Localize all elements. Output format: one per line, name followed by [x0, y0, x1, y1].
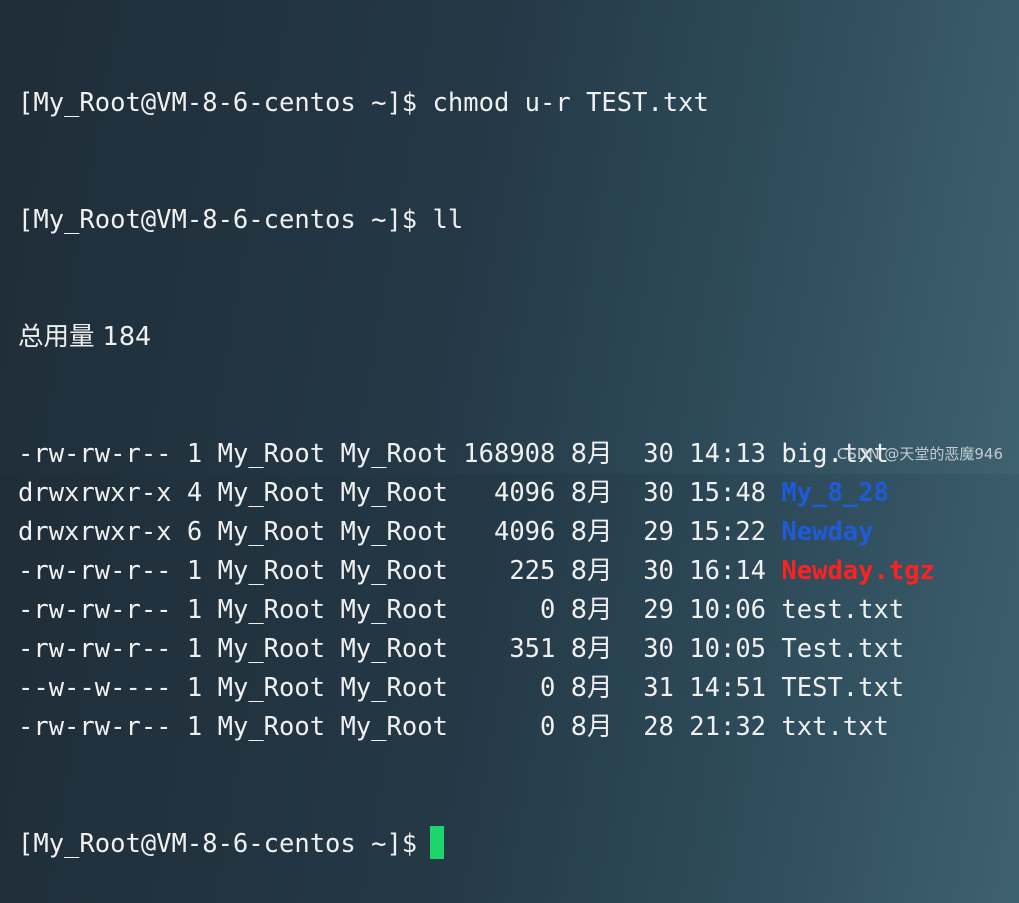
- listing-permissions: -rw-rw-r--: [18, 556, 172, 586]
- listing-month: 8月: [570, 634, 613, 664]
- listing-link-count: 1: [186, 439, 203, 469]
- listing-month: 8月: [570, 712, 613, 742]
- listing-size: 351: [463, 634, 556, 664]
- listing-month: 8月: [570, 556, 613, 586]
- shell-prompt: [My_Root@VM-8-6-centos ~]$: [18, 88, 418, 118]
- listing-link-count: 1: [186, 673, 203, 703]
- listing-day: 28: [627, 712, 674, 742]
- listing-row: drwxrwxr-x 4 My_Root My_Root 4096 8月 30 …: [18, 474, 1019, 513]
- listing-link-count: 6: [186, 517, 203, 547]
- listing-row: -rw-rw-r-- 1 My_Root My_Root 225 8月 30 1…: [18, 552, 1019, 591]
- listing-group: My_Root: [340, 595, 448, 625]
- shell-prompt: [My_Root@VM-8-6-centos ~]$: [18, 829, 418, 859]
- listing-owner: My_Root: [217, 478, 326, 508]
- listing-group: My_Root: [340, 517, 448, 547]
- listing-month: 8月: [570, 673, 613, 703]
- listing-file-name: test.txt: [781, 595, 905, 625]
- listing-owner: My_Root: [217, 517, 326, 547]
- listing-size: 0: [463, 595, 556, 625]
- listing-time: 21:32: [689, 712, 767, 742]
- listing-owner: My_Root: [217, 595, 326, 625]
- listing-size: 0: [463, 673, 556, 703]
- directory-listing: -rw-rw-r-- 1 My_Root My_Root 168908 8月 3…: [18, 435, 1019, 747]
- listing-owner: My_Root: [217, 556, 326, 586]
- total-line: 总用量 184: [18, 322, 152, 352]
- listing-size: 0: [463, 712, 556, 742]
- listing-month: 8月: [570, 517, 613, 547]
- listing-link-count: 1: [186, 556, 203, 586]
- listing-day: 31: [627, 673, 674, 703]
- listing-file-name: txt.txt: [781, 712, 889, 742]
- listing-month: 8月: [570, 478, 613, 508]
- listing-row: drwxrwxr-x 6 My_Root My_Root 4096 8月 29 …: [18, 513, 1019, 552]
- listing-group: My_Root: [340, 556, 448, 586]
- listing-permissions: -rw-rw-r--: [18, 595, 172, 625]
- listing-group: My_Root: [340, 712, 448, 742]
- listing-file-name: Test.txt: [781, 634, 905, 664]
- listing-row: -rw-rw-r-- 1 My_Root My_Root 0 8月 29 10:…: [18, 591, 1019, 630]
- listing-file-name: Newday: [781, 517, 874, 547]
- listing-link-count: 1: [186, 634, 203, 664]
- listing-owner: My_Root: [217, 439, 326, 469]
- listing-time: 15:22: [689, 517, 767, 547]
- listing-time: 14:13: [689, 439, 767, 469]
- listing-day: 29: [627, 517, 674, 547]
- command-line-ll: [My_Root@VM-8-6-centos ~]$ ll: [18, 201, 1019, 240]
- terminal-output[interactable]: [My_Root@VM-8-6-centos ~]$ chmod u-r TES…: [18, 6, 1019, 859]
- listing-owner: My_Root: [217, 673, 326, 703]
- listing-row: -rw-rw-r-- 1 My_Root My_Root 0 8月 28 21:…: [18, 708, 1019, 747]
- listing-group: My_Root: [340, 634, 448, 664]
- listing-month: 8月: [570, 595, 613, 625]
- listing-permissions: -rw-rw-r--: [18, 634, 172, 664]
- listing-permissions: -rw-rw-r--: [18, 712, 172, 742]
- listing-file-name: My_8_28: [781, 478, 889, 508]
- listing-time: 10:06: [689, 595, 767, 625]
- listing-permissions: -rw-rw-r--: [18, 439, 172, 469]
- command-text: chmod u-r TEST.txt: [432, 88, 709, 118]
- command-text: ll: [432, 205, 464, 235]
- terminal-cursor[interactable]: [430, 826, 445, 859]
- listing-link-count: 4: [186, 478, 203, 508]
- listing-size: 168908: [463, 439, 556, 469]
- listing-file-name: Newday.tgz: [781, 556, 935, 586]
- listing-time: 14:51: [689, 673, 767, 703]
- listing-owner: My_Root: [217, 634, 326, 664]
- listing-file-name: TEST.txt: [781, 673, 905, 703]
- listing-permissions: drwxrwxr-x: [18, 517, 172, 547]
- listing-group: My_Root: [340, 478, 448, 508]
- command-line-chmod: [My_Root@VM-8-6-centos ~]$ chmod u-r TES…: [18, 84, 1019, 123]
- listing-group: My_Root: [340, 673, 448, 703]
- listing-row: -rw-rw-r-- 1 My_Root My_Root 351 8月 30 1…: [18, 630, 1019, 669]
- listing-permissions: drwxrwxr-x: [18, 478, 172, 508]
- listing-size: 225: [463, 556, 556, 586]
- listing-size: 4096: [463, 517, 556, 547]
- listing-day: 29: [627, 595, 674, 625]
- listing-day: 30: [627, 439, 674, 469]
- shell-prompt: [My_Root@VM-8-6-centos ~]$: [18, 205, 418, 235]
- current-prompt-line: [My_Root@VM-8-6-centos ~]$: [18, 825, 1019, 864]
- listing-link-count: 1: [186, 712, 203, 742]
- listing-day: 30: [627, 478, 674, 508]
- listing-day: 30: [627, 556, 674, 586]
- listing-time: 16:14: [689, 556, 767, 586]
- listing-permissions: --w--w----: [18, 673, 172, 703]
- listing-size: 4096: [463, 478, 556, 508]
- listing-day: 30: [627, 634, 674, 664]
- listing-month: 8月: [570, 439, 613, 469]
- listing-time: 15:48: [689, 478, 767, 508]
- csdn-watermark: CSDN @天堂的恶魔946: [836, 445, 1003, 463]
- listing-time: 10:05: [689, 634, 767, 664]
- listing-link-count: 1: [186, 595, 203, 625]
- listing-row: --w--w---- 1 My_Root My_Root 0 8月 31 14:…: [18, 669, 1019, 708]
- listing-owner: My_Root: [217, 712, 326, 742]
- listing-group: My_Root: [340, 439, 448, 469]
